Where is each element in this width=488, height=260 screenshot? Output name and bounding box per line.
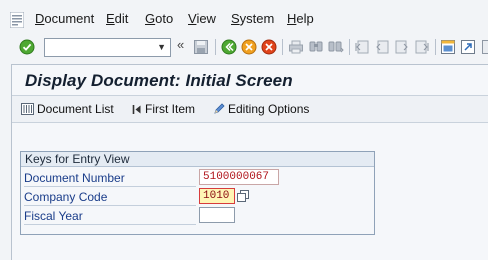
sap-logon-icon[interactable] xyxy=(10,12,24,28)
fiscal-year-field[interactable] xyxy=(199,207,235,223)
toolbar-separator xyxy=(215,39,216,55)
help-icon[interactable] xyxy=(481,39,488,55)
menu-edit[interactable]: Edit xyxy=(106,11,128,26)
editing-options-label: Editing Options xyxy=(228,102,310,116)
value-help-icon[interactable] xyxy=(237,190,249,202)
document-number-row: Document Number 5100000067 xyxy=(21,169,374,187)
command-field[interactable]: ▼ xyxy=(44,38,171,57)
menu-goto[interactable]: Goto xyxy=(145,11,173,26)
group-title: Keys for Entry View xyxy=(21,152,374,167)
first-item-label: First Item xyxy=(145,102,195,116)
company-code-field[interactable]: 1010 xyxy=(199,188,235,204)
save-icon[interactable] xyxy=(193,39,209,55)
menu-bar: Document Edit Goto View System Help xyxy=(0,8,488,32)
editing-options-button[interactable]: Editing Options xyxy=(213,102,309,116)
menu-document[interactable]: Document xyxy=(35,11,94,26)
document-list-label: Document List xyxy=(37,102,114,116)
fiscal-year-row: Fiscal Year xyxy=(21,207,374,225)
page-title: Display Document: Initial Screen xyxy=(25,71,293,90)
find-icon[interactable] xyxy=(308,39,324,55)
menu-view[interactable]: View xyxy=(188,11,216,26)
last-page-icon[interactable] xyxy=(414,39,430,55)
standard-toolbar: ▼ « xyxy=(0,34,488,60)
enter-icon[interactable] xyxy=(19,39,35,55)
exit-icon[interactable] xyxy=(241,39,257,55)
chevron-down-icon[interactable]: ▼ xyxy=(157,42,166,52)
first-item-icon xyxy=(132,105,141,114)
toolbar-separator xyxy=(282,39,283,55)
screen-area: Display Document: Initial Screen Documen… xyxy=(11,64,488,260)
cancel-icon[interactable] xyxy=(261,39,277,55)
toolbar-separator xyxy=(435,39,436,55)
collapse-icon[interactable]: « xyxy=(177,37,184,52)
first-page-icon[interactable] xyxy=(354,39,370,55)
pencil-icon xyxy=(214,103,225,114)
keys-for-entry-view-group: Keys for Entry View Document Number 5100… xyxy=(20,151,375,235)
document-list-icon xyxy=(21,103,34,115)
shortcut-icon[interactable] xyxy=(460,39,476,55)
find-next-icon[interactable] xyxy=(328,39,344,55)
fiscal-year-label: Fiscal Year xyxy=(24,209,196,225)
company-code-row: Company Code 1010 xyxy=(21,188,374,206)
document-number-field[interactable]: 5100000067 xyxy=(199,169,279,185)
create-session-icon[interactable] xyxy=(440,39,456,55)
company-code-label: Company Code xyxy=(24,190,196,206)
first-item-button[interactable]: First Item xyxy=(132,102,195,116)
menu-help[interactable]: Help xyxy=(287,11,314,26)
application-toolbar: Document List First Item Editing Options xyxy=(12,95,488,123)
document-list-button[interactable]: Document List xyxy=(21,102,114,116)
document-number-label: Document Number xyxy=(24,171,196,187)
toolbar-separator xyxy=(349,39,350,55)
print-icon[interactable] xyxy=(288,39,304,55)
previous-page-icon[interactable] xyxy=(374,39,390,55)
back-icon[interactable] xyxy=(221,39,237,55)
menu-system[interactable]: System xyxy=(231,11,274,26)
next-page-icon[interactable] xyxy=(394,39,410,55)
